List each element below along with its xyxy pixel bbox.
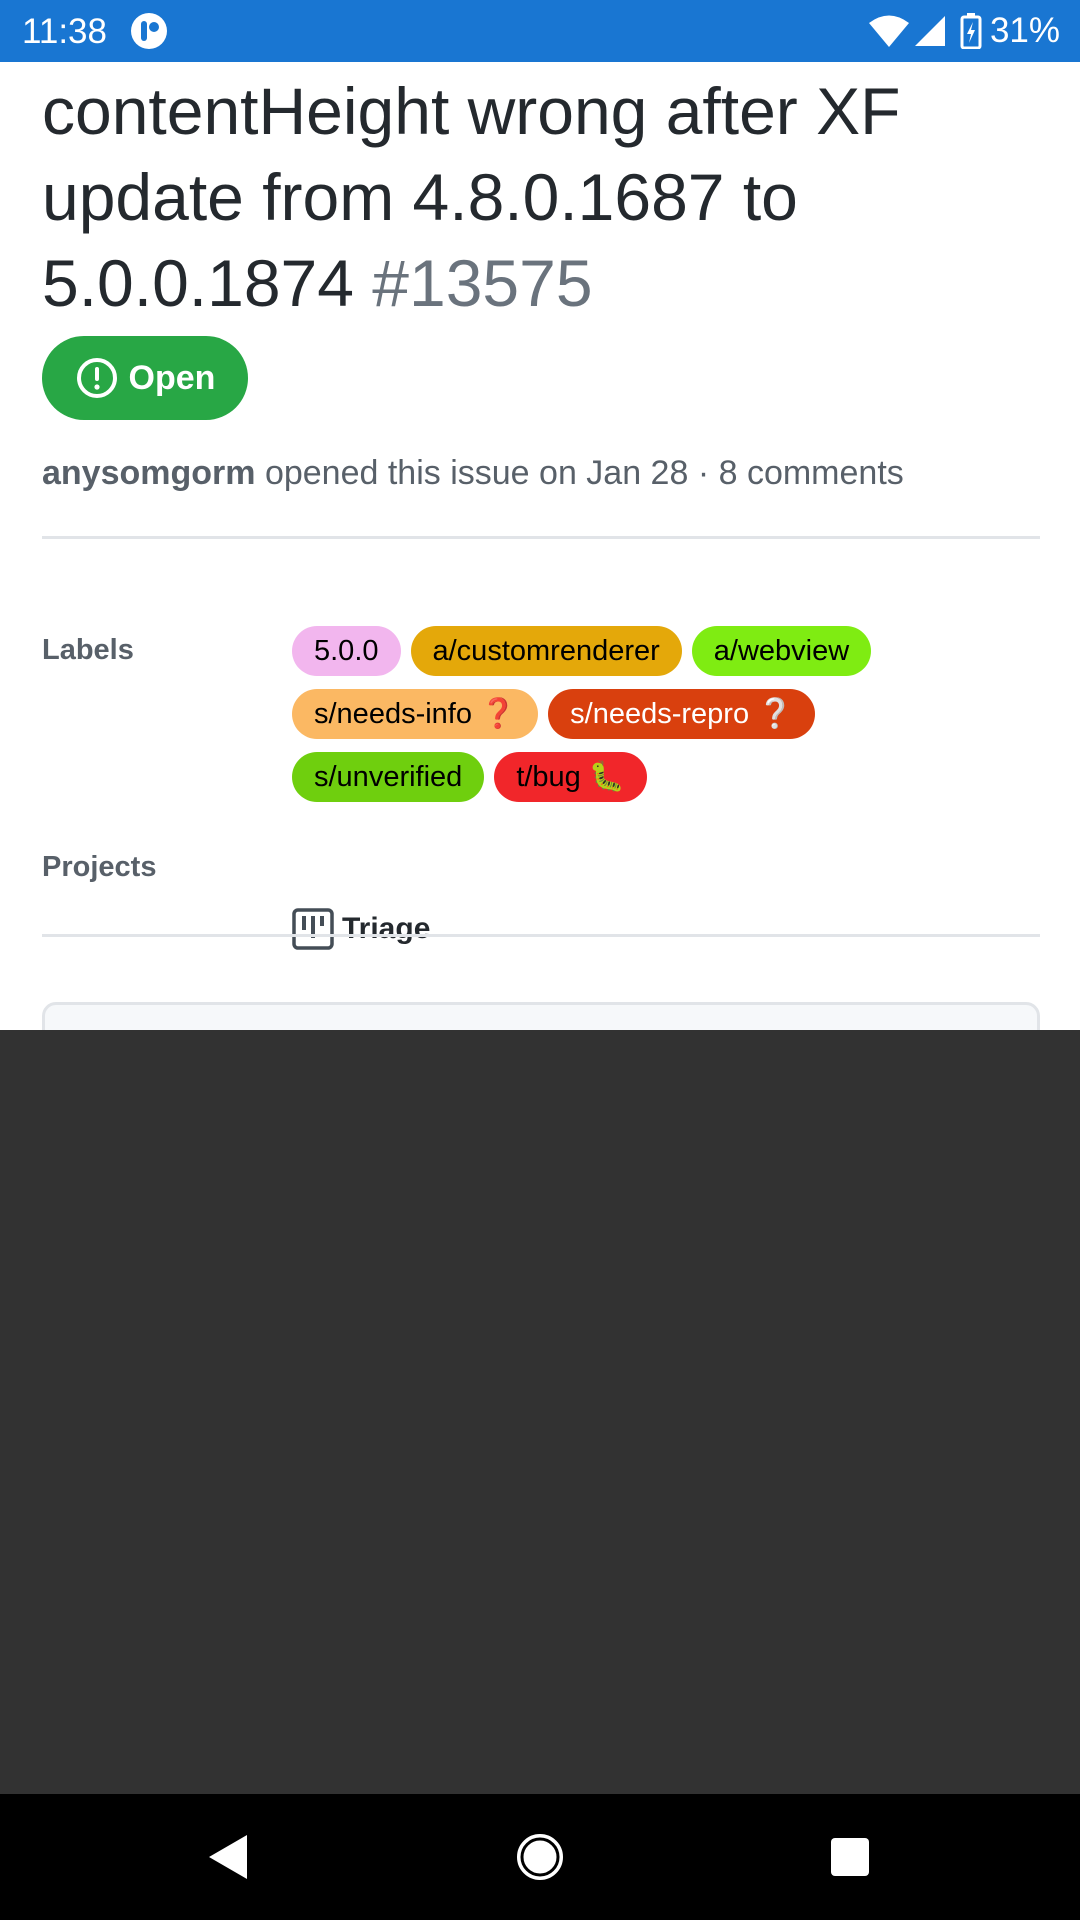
recents-button[interactable] (822, 1829, 878, 1885)
label-pill[interactable]: s/needs-repro ❔ (548, 689, 816, 739)
project-board-icon (292, 908, 334, 950)
home-button[interactable] (512, 1829, 568, 1885)
issue-author[interactable]: anysomgorm (42, 454, 256, 492)
status-bar: 11:38 31% (0, 0, 1080, 62)
label-pill[interactable]: a/webview (691, 626, 872, 676)
issue-state-badge: Open (42, 336, 248, 420)
issue-title: contentHeight wrong after XF update from… (42, 68, 1042, 326)
issue-number: #13575 (372, 246, 593, 320)
back-button[interactable] (200, 1829, 256, 1885)
labels-list: 5.0.0 a/customrenderer a/webview s/needs-in… (292, 626, 1012, 802)
label-pill[interactable]: 5.0.0 (292, 626, 401, 676)
issue-open-icon (76, 358, 117, 398)
blank-area (0, 1030, 1080, 1794)
issue-content: contentHeight wrong after XF update from… (0, 62, 1080, 1030)
divider (42, 934, 1040, 937)
back-icon (209, 1835, 247, 1879)
battery-charging-icon (960, 13, 982, 49)
status-time: 11:38 (22, 12, 107, 51)
home-icon (517, 1834, 563, 1880)
navigation-bar (0, 1794, 1080, 1920)
recents-icon (831, 1838, 869, 1876)
issue-meta: anysomgorm opened this issue on Jan 28 ·… (42, 448, 904, 498)
wifi-icon (868, 14, 910, 48)
label-pill[interactable]: s/unverified (292, 752, 485, 802)
status-icons: 31% (868, 0, 1060, 62)
label-pill[interactable]: t/bug 🐛 (494, 752, 647, 802)
label-pill[interactable]: a/customrenderer (410, 626, 682, 676)
issue-state-label: Open (128, 358, 216, 397)
divider (42, 536, 1040, 539)
project-item[interactable]: Triage (292, 908, 430, 950)
projects-heading: Projects (42, 851, 157, 883)
issue-meta-text: opened this issue on Jan 28 · 8 comments (264, 454, 904, 492)
label-pill[interactable]: s/needs-info ❓ (292, 689, 539, 739)
project-name: Triage (342, 912, 431, 945)
cell-signal-icon (914, 15, 946, 47)
battery-percentage: 31% (989, 11, 1060, 50)
labels-heading: Labels (42, 634, 134, 666)
app-notification-icon (130, 12, 168, 50)
comment-card (42, 1002, 1040, 1030)
